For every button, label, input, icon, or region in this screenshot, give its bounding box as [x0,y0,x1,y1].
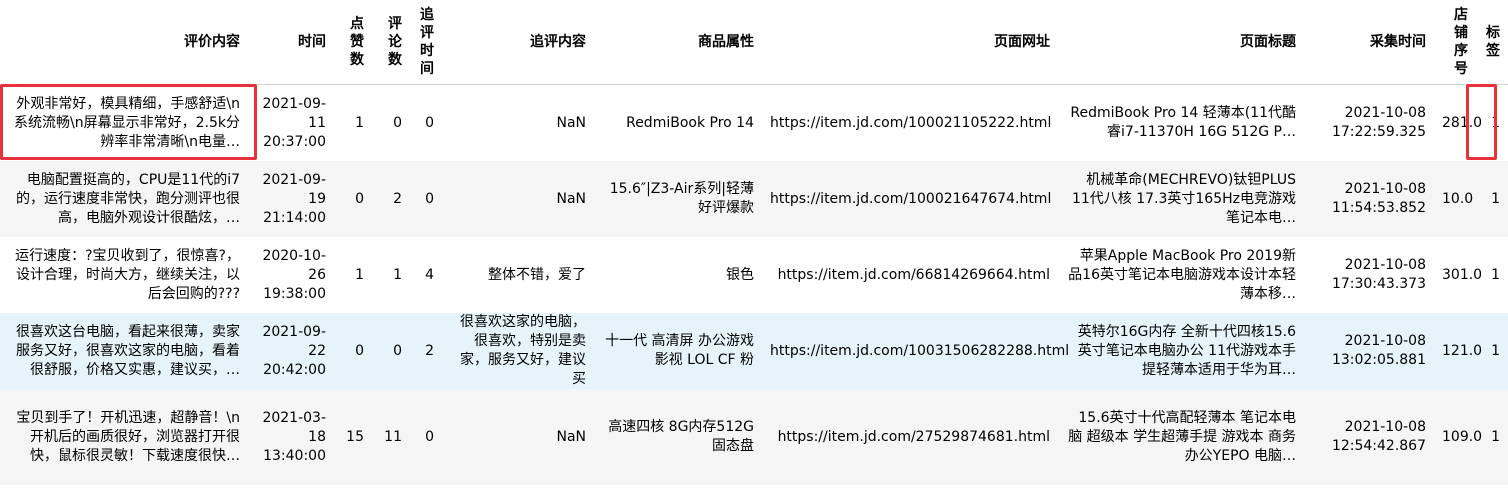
cell-time: 2021-09-19 21:14:00 [262,171,326,226]
col-header-collect-time: 采集时间 [1304,0,1434,85]
col-header-attr: 商品属性 [594,0,762,85]
cell-review: 电脑配置挺高的，CPU是11代的i7的，运行速度非常快，跑分测评也很高，电脑外观… [0,161,248,237]
col-header-url: 页面网址 [762,0,1058,85]
cell-time: 2021-03-18 13:40:00 [262,409,326,464]
cell-title-text: 15.6英寸十代高配轻薄本 笔记本电脑 超级本 学生超薄手提 游戏本 商务办公Y… [1068,409,1296,464]
cell-follow-content: 很喜欢这家的电脑，很喜欢，特别是卖家，服务又好，建议买 [442,313,594,389]
cell-title: RedmiBook Pro 14 轻薄本(11代酷睿i7-11370H 16G … [1058,85,1304,162]
cell-title-text: RedmiBook Pro 14 轻薄本(11代酷睿i7-11370H 16G … [1070,105,1296,140]
header-row: 评价内容 时间 点赞数 评论数 追评时间 追评内容 商品属性 页面网址 页面标题… [0,0,1508,85]
cell-review: 很喜欢这台电脑，看起来很薄，卖家服务又好，很喜欢这家的电脑，看着很舒服，价格又实… [0,313,248,389]
dataframe-table: 评价内容 时间 点赞数 评论数 追评时间 追评内容 商品属性 页面网址 页面标题… [0,0,1508,485]
cell-follow-content: NaN [556,190,586,207]
col-header-label: 标签 [1476,0,1508,85]
cell-label: 1 [1491,190,1500,207]
cell-collect-time: 2021-10-08 13:02:05.881 [1331,333,1426,368]
highlight-box-review [0,84,257,160]
cell-likes: 15 [346,428,364,445]
col-header-shop: 店铺序号 [1434,0,1476,85]
cell-review-text: 宝贝到手了！开机迅速，超静音！\n开机后的画质很好，浏览器打开很快，鼠标很灵敏！… [16,409,240,464]
cell-collect-time: 2021-10-08 12:54:42.867 [1331,419,1426,454]
cell-likes: 0 [355,342,364,359]
highlight-box-label [1466,84,1497,160]
cell-title: 15.6英寸十代高配轻薄本 笔记本电脑 超级本 学生超薄手提 游戏本 商务办公Y… [1058,389,1304,485]
cell-comments: 11 [384,428,402,445]
cell-follow-time: 2 [425,342,434,359]
cell-title-text: 苹果Apple MacBook Pro 2019新品16英寸笔记本电脑游戏本设计… [1068,247,1296,302]
cell-review: 运行速度：?宝贝收到了，很惊喜?，设计合理，时尚大方，继续关注，以后会回购的??… [0,237,248,313]
cell-review: 宝贝到手了！开机迅速，超静音！\n开机后的画质很好，浏览器打开很快，鼠标很灵敏！… [0,389,248,485]
table-row: 电脑配置挺高的，CPU是11代的i7的，运行速度非常快，跑分测评也很高，电脑外观… [0,161,1508,237]
cell-shop: 109.0 [1442,428,1483,445]
col-header-review: 评价内容 [0,0,248,85]
dataframe-view: 评价内容 时间 点赞数 评论数 追评时间 追评内容 商品属性 页面网址 页面标题… [0,0,1508,502]
cell-time: 2021-09-11 20:37:00 [262,95,326,150]
cell-shop: 10.0 [1442,190,1474,207]
cell-likes: 1 [355,266,364,283]
cell-follow-content-text: 很喜欢这家的电脑，很喜欢，特别是卖家，服务又好，建议买 [460,314,586,387]
cell-comments: 2 [393,190,402,207]
cell-collect-time: 2021-10-08 11:54:53.852 [1331,181,1426,216]
cell-time: 2021-09-22 20:42:00 [262,323,326,378]
cell-title: 英特尔16G内存 全新十代四核15.6英寸笔记本电脑办公 11代游戏本手提轻薄本… [1058,313,1304,389]
col-header-comments: 评论数 [372,0,410,85]
cell-collect-time: 2021-10-08 17:22:59.325 [1331,105,1426,140]
cell-attr: 高速四核 8G内存512G固态盘 [608,419,754,454]
cell-review-text: 很喜欢这台电脑，看起来很薄，卖家服务又好，很喜欢这家的电脑，看着很舒服，价格又实… [16,323,240,378]
cell-time: 2020-10-26 19:38:00 [262,247,326,302]
cell-title: 苹果Apple MacBook Pro 2019新品16英寸笔记本电脑游戏本设计… [1058,237,1304,313]
cell-comments: 0 [393,342,402,359]
cell-title-text: 机械革命(MECHREVO)钛钽PLUS 11代八核 17.3英寸165Hz电竞… [1071,171,1296,226]
cell-attr: 十一代 高清屏 办公游戏 影视 LOL CF 粉 [605,333,754,368]
cell-review-text: 电脑配置挺高的，CPU是11代的i7的，运行速度非常快，跑分测评也很高，电脑外观… [16,171,240,226]
cell-follow-content: NaN [556,428,586,445]
cell-attr: 银色 [726,266,754,283]
cell-follow-content: 整体不错，爱了 [488,266,586,283]
cell-title-text: 英特尔16G内存 全新十代四核15.6英寸笔记本电脑办公 11代游戏本手提轻薄本… [1077,323,1296,378]
cell-url: https://item.jd.com/27529874681.html [777,428,1050,445]
table-row: 很喜欢这台电脑，看起来很薄，卖家服务又好，很喜欢这家的电脑，看着很舒服，价格又实… [0,313,1508,389]
cell-follow-time: 0 [425,428,434,445]
cell-follow-time: 0 [425,114,434,131]
cell-url: https://item.jd.com/100021105222.html [770,114,1052,131]
cell-comments: 0 [393,114,402,131]
cell-likes: 0 [355,190,364,207]
col-header-follow-time: 追评时间 [410,0,442,85]
cell-follow-time: 4 [425,266,434,283]
col-header-follow-content: 追评内容 [442,0,594,85]
cell-url: https://item.jd.com/10031506282288.html [770,342,1070,359]
cell-comments: 1 [393,266,402,283]
cell-follow-content: NaN [556,114,586,131]
cell-url: https://item.jd.com/100021647674.html [770,190,1052,207]
table-row: 宝贝到手了！开机迅速，超静音！\n开机后的画质很好，浏览器打开很快，鼠标很灵敏！… [0,389,1508,485]
col-header-time: 时间 [248,0,334,85]
col-header-title: 页面标题 [1058,0,1304,85]
cell-follow-time: 0 [425,190,434,207]
cell-likes: 1 [355,114,364,131]
col-header-likes: 点赞数 [334,0,372,85]
cell-shop: 301.0 [1442,266,1483,283]
cell-attr: 15.6″|Z3-Air系列|轻薄好评爆款 [609,181,754,216]
cell-review-text: 运行速度：?宝贝收到了，很惊喜?，设计合理，时尚大方，继续关注，以后会回购的??… [15,247,240,302]
table-row: 运行速度：?宝贝收到了，很惊喜?，设计合理，时尚大方，继续关注，以后会回购的??… [0,237,1508,313]
cell-attr: RedmiBook Pro 14 [626,114,754,131]
cell-collect-time: 2021-10-08 17:30:43.373 [1331,257,1426,292]
cell-shop: 121.0 [1442,342,1483,359]
cell-title: 机械革命(MECHREVO)钛钽PLUS 11代八核 17.3英寸165Hz电竞… [1058,161,1304,237]
cell-url: https://item.jd.com/66814269664.html [777,266,1050,283]
